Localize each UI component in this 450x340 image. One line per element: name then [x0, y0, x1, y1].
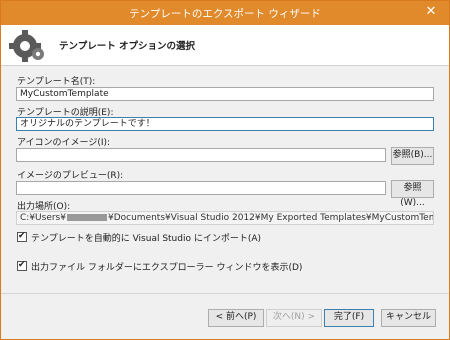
auto-import-checkbox[interactable] — [17, 231, 27, 242]
browse-icon-button[interactable]: 参照(B)... — [391, 147, 434, 165]
auto-import-label[interactable]: テンプレートを自動的に Visual Studio にインポート(A) — [31, 231, 261, 244]
output-path-prefix: C:¥Users¥ — [20, 213, 66, 223]
back-button[interactable]: < 前へ(P) — [208, 309, 264, 327]
template-name-label: テンプレート名(T): — [17, 77, 96, 87]
preview-image-label: イメージのプレビュー(R): — [17, 171, 124, 181]
redacted-username — [66, 214, 107, 221]
title-bar: テンプレートのエクスポート ウィザード ✕ — [1, 1, 449, 25]
template-name-input[interactable]: MyCustomTemplate — [16, 87, 434, 101]
close-icon[interactable]: ✕ — [419, 1, 443, 23]
export-template-wizard-window: テンプレートのエクスポート ウィザード ✕ テンプレート オプションの選択 テン… — [0, 0, 450, 340]
cancel-button[interactable]: キャンセル — [381, 309, 436, 327]
description-input[interactable]: オリジナルのテンプレートです！ — [16, 117, 434, 131]
window-title: テンプレートのエクスポート ウィザード — [129, 8, 321, 20]
icon-image-input[interactable] — [16, 148, 386, 162]
icon-image-label: アイコンのイメージ(I): — [17, 138, 111, 148]
finish-button[interactable]: 完了(F) — [324, 309, 374, 327]
wizard-header: テンプレート オプションの選択 — [1, 25, 449, 66]
show-folder-label[interactable]: 出力ファイル フォルダーにエクスプローラー ウィンドウを表示(D) — [31, 260, 302, 273]
wizard-gear-icon — [9, 30, 44, 62]
browse-preview-button[interactable]: 参照(W)... — [391, 180, 434, 208]
next-button[interactable]: 次へ(N) > — [266, 309, 322, 327]
footer-divider — [1, 293, 449, 294]
output-path-suffix: ¥Documents¥Visual Studio 2012¥My Exporte… — [107, 213, 433, 223]
preview-image-input[interactable] — [16, 181, 386, 195]
page-title: テンプレート オプションの選択 — [59, 41, 196, 52]
output-location-field: C:¥Users¥ ¥Documents¥Visual Studio 2012¥M… — [16, 211, 434, 225]
show-folder-checkbox[interactable] — [17, 260, 27, 271]
